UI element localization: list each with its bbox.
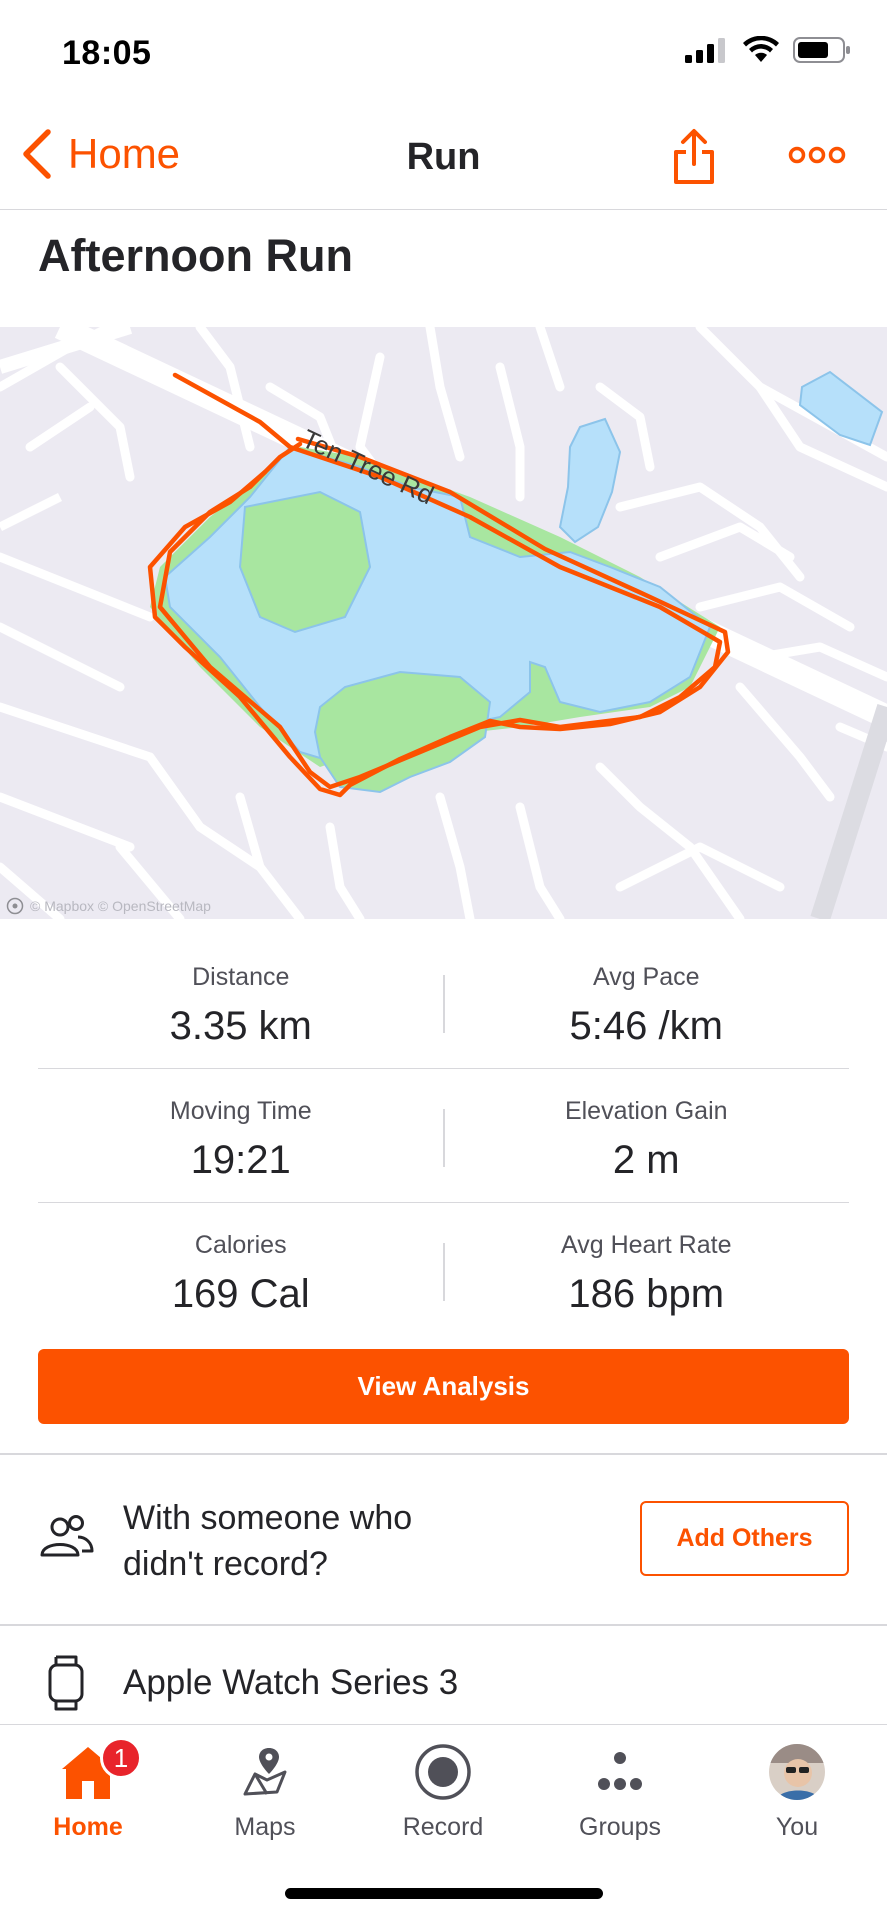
status-time: 18:05 (62, 34, 152, 72)
battery-icon (793, 37, 850, 63)
stat-calories: Calories 169 Cal (38, 1203, 444, 1337)
avatar (727, 1737, 867, 1807)
stat-row: Moving Time 19:21 Elevation Gain 2 m (38, 1069, 849, 1203)
stat-value: 2 m (612, 1138, 680, 1182)
stat-elevation-gain: Elevation Gain 2 m (444, 1069, 850, 1202)
tab-label: Home (53, 1813, 123, 1841)
stat-row: Distance 3.35 km Avg Pace 5:46 /km (38, 935, 849, 1069)
stat-label: Moving Time (169, 1097, 312, 1125)
groups-icon (550, 1737, 690, 1807)
tab-bar: 1 Home Maps Record Groups You (0, 1724, 887, 1920)
navigation-bar: Home Run (0, 110, 887, 210)
with-others-row: With someone who didn't record? Add Othe… (0, 1455, 887, 1623)
tab-maps[interactable]: Maps (195, 1737, 335, 1842)
signal-icon (685, 38, 725, 63)
stat-divider (443, 975, 445, 1033)
home-icon: 1 (18, 1737, 158, 1807)
home-indicator (285, 1888, 603, 1899)
tab-home[interactable]: 1 Home (18, 1737, 158, 1842)
tab-you[interactable]: You (727, 1737, 867, 1842)
status-bar: 18:05 (0, 0, 887, 110)
maps-icon (195, 1737, 335, 1807)
stat-divider (443, 1109, 445, 1167)
stat-divider (443, 1243, 445, 1301)
device-name: Apple Watch Series 3 (123, 1663, 459, 1702)
stat-avg-pace: Avg Pace 5:46 /km (444, 935, 850, 1068)
notification-badge: 1 (100, 1737, 142, 1779)
stat-value: 169 Cal (171, 1272, 310, 1316)
stat-value: 3.35 km (169, 1004, 312, 1048)
activity-title: Afternoon Run (38, 230, 353, 281)
tab-label: Record (402, 1813, 484, 1841)
tab-groups[interactable]: Groups (550, 1737, 690, 1842)
stat-label: Avg Pace (592, 963, 700, 991)
stat-label: Distance (192, 963, 290, 991)
more-button[interactable] (788, 144, 846, 171)
stat-label: Avg Heart Rate (561, 1231, 732, 1259)
view-analysis-button[interactable]: View Analysis (38, 1349, 849, 1424)
add-others-button[interactable]: Add Others (640, 1501, 849, 1576)
share-icon (674, 129, 714, 184)
map-canvas: Ten Tree Rd (0, 327, 887, 919)
tab-label: Groups (579, 1813, 661, 1841)
info-icon (6, 897, 24, 915)
record-icon (373, 1737, 513, 1807)
with-others-text: With someone who didn't record? (123, 1499, 413, 1583)
device-row: Apple Watch Series 3 (0, 1625, 887, 1725)
tab-label: Maps (234, 1813, 296, 1841)
attribution-text: © Mapbox © OpenStreetMap (30, 898, 211, 914)
stat-value: 186 bpm (568, 1272, 725, 1316)
route-map[interactable]: Ten Tree Rd © Mapbox © OpenStreetMap (0, 327, 887, 919)
status-icons (685, 36, 851, 64)
stat-value: 5:46 /km (569, 1004, 723, 1048)
stat-label: Calories (194, 1231, 287, 1259)
stats-grid: Distance 3.35 km Avg Pace 5:46 /km Movin… (38, 935, 849, 1337)
stat-avg-heart-rate: Avg Heart Rate 186 bpm (444, 1203, 850, 1337)
watch-icon (46, 1655, 86, 1716)
wifi-icon (743, 36, 779, 62)
map-attribution: © Mapbox © OpenStreetMap (6, 897, 211, 915)
stat-moving-time: Moving Time 19:21 (38, 1069, 444, 1202)
share-button[interactable] (672, 128, 716, 191)
people-icon (38, 1515, 94, 1564)
tab-record[interactable]: Record (373, 1737, 513, 1842)
nav-title: Run (406, 136, 481, 178)
stat-distance: Distance 3.35 km (38, 935, 444, 1068)
stat-value: 19:21 (190, 1138, 291, 1182)
stat-row: Calories 169 Cal Avg Heart Rate 186 bpm (38, 1203, 849, 1337)
stat-label: Elevation Gain (564, 1097, 728, 1125)
tab-label: You (775, 1813, 819, 1841)
more-icon (788, 146, 846, 164)
